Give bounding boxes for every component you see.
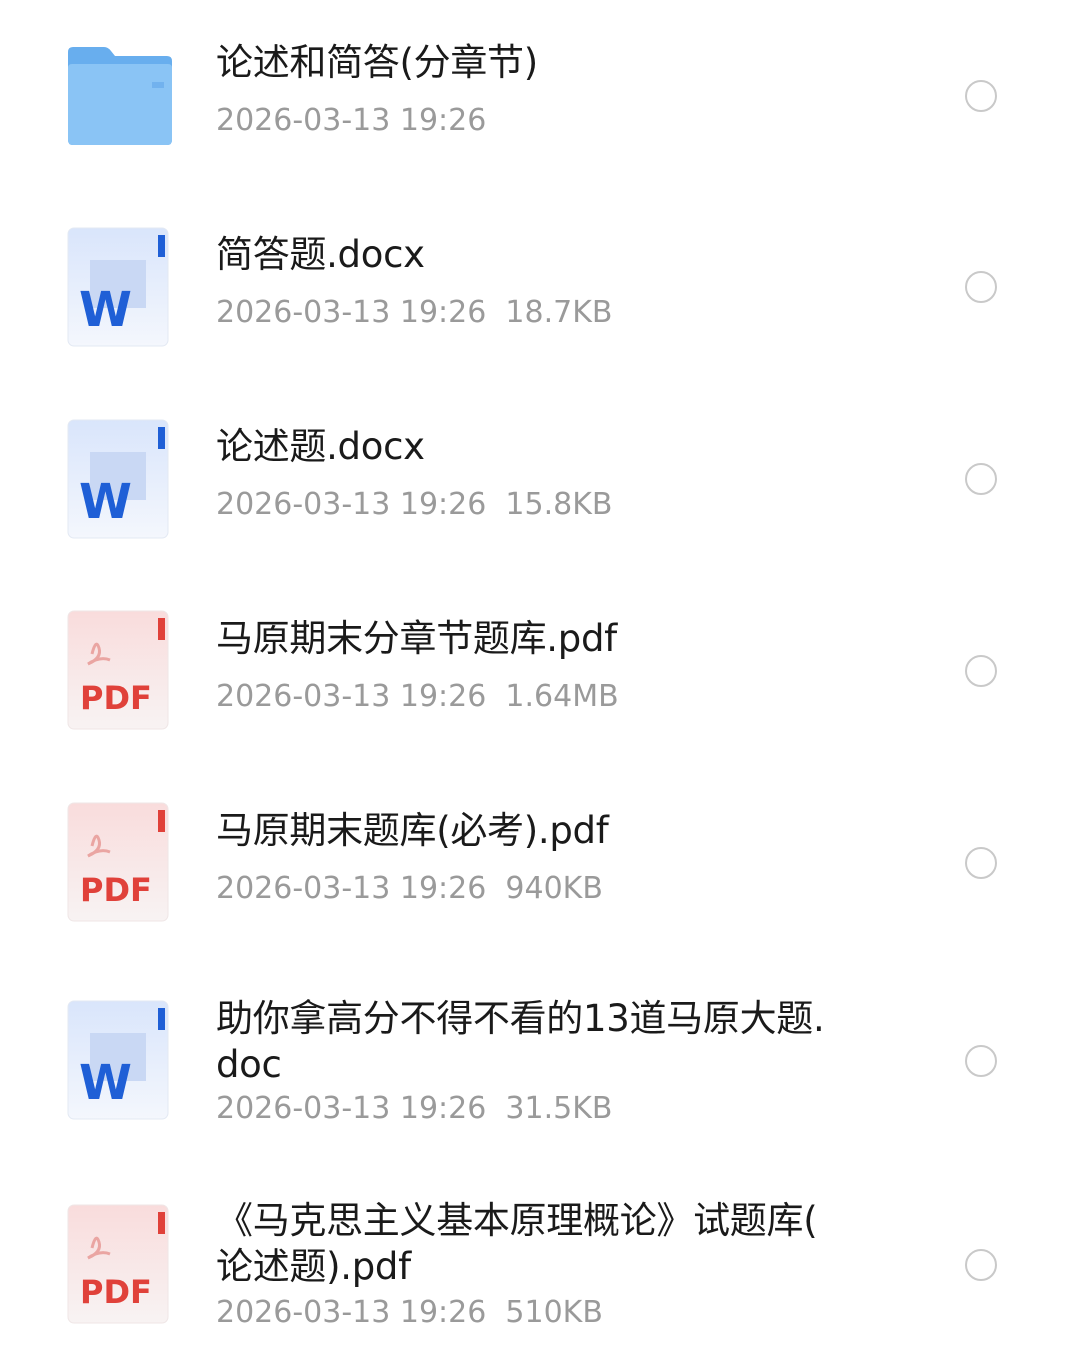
select-radio[interactable] bbox=[965, 80, 997, 112]
select-radio[interactable] bbox=[965, 1045, 997, 1077]
file-size: 18.7KB bbox=[505, 295, 613, 330]
file-meta: 2026-03-13 19:26 18.7KB bbox=[216, 295, 612, 331]
select-radio[interactable] bbox=[965, 1249, 997, 1281]
list-item[interactable]: 论述和简答(分章节) 2026-03-13 19:26 bbox=[0, 0, 1079, 190]
file-name: 论述题.docx bbox=[216, 425, 425, 468]
file-date: 2026-03-13 19:26 bbox=[216, 1091, 487, 1126]
file-name: 马原期末分章节题库.pdf bbox=[216, 617, 617, 660]
file-date: 2026-03-13 19:26 bbox=[216, 295, 487, 330]
list-item[interactable]: W 简答题.docx 2026-03-13 19:26 18.7KB bbox=[0, 190, 1079, 382]
word-file-icon: W bbox=[66, 1000, 172, 1122]
file-date: 2026-03-13 19:26 bbox=[216, 487, 487, 522]
pdf-label: PDF bbox=[80, 871, 152, 909]
pdf-file-icon: PDF bbox=[66, 610, 172, 732]
word-file-icon: W bbox=[66, 419, 172, 541]
file-meta: 2026-03-13 19:26 15.8KB bbox=[216, 487, 612, 523]
list-item[interactable]: PDF 马原期末题库(必考).pdf 2026-03-13 19:26 940K… bbox=[0, 766, 1079, 958]
file-name: 助你拿高分不得不看的13道马原大题. doc bbox=[216, 997, 825, 1086]
pdf-label: PDF bbox=[80, 1273, 152, 1311]
file-name: 简答题.docx bbox=[216, 233, 425, 276]
file-list: 论述和简答(分章节) 2026-03-13 19:26 W 简答题.docx 2… bbox=[0, 0, 1079, 1358]
file-meta: 2026-03-13 19:26 510KB bbox=[216, 1295, 603, 1331]
file-name: 《马克思主义基本原理概论》试题库( 论述题).pdf bbox=[216, 1199, 818, 1288]
word-letter: W bbox=[79, 474, 132, 530]
select-radio[interactable] bbox=[965, 847, 997, 879]
file-name: 论述和简答(分章节) bbox=[216, 41, 538, 84]
list-item[interactable]: W 论述题.docx 2026-03-13 19:26 15.8KB bbox=[0, 382, 1079, 574]
file-meta: 2026-03-13 19:26 1.64MB bbox=[216, 679, 619, 715]
word-letter: W bbox=[79, 282, 132, 338]
file-size: 510KB bbox=[505, 1295, 603, 1330]
file-meta: 2026-03-13 19:26 bbox=[216, 103, 486, 139]
select-radio[interactable] bbox=[965, 655, 997, 687]
select-radio[interactable] bbox=[965, 271, 997, 303]
list-item[interactable]: PDF 马原期末分章节题库.pdf 2026-03-13 19:26 1.64M… bbox=[0, 574, 1079, 766]
file-size: 940KB bbox=[505, 871, 603, 906]
file-date: 2026-03-13 19:26 bbox=[216, 871, 487, 906]
pdf-file-icon: PDF bbox=[66, 1204, 172, 1326]
select-radio[interactable] bbox=[965, 463, 997, 495]
file-size: 1.64MB bbox=[505, 679, 619, 714]
file-date: 2026-03-13 19:26 bbox=[216, 1295, 487, 1330]
file-size: 31.5KB bbox=[505, 1091, 613, 1126]
list-item[interactable]: W 助你拿高分不得不看的13道马原大题. doc 2026-03-13 19:2… bbox=[0, 958, 1079, 1158]
word-letter: W bbox=[79, 1055, 132, 1111]
file-size: 15.8KB bbox=[505, 487, 613, 522]
file-meta: 2026-03-13 19:26 31.5KB bbox=[216, 1091, 612, 1127]
file-date: 2026-03-13 19:26 bbox=[216, 679, 487, 714]
file-date: 2026-03-13 19:26 bbox=[216, 103, 487, 138]
file-name: 马原期末题库(必考).pdf bbox=[216, 809, 609, 852]
folder-icon bbox=[66, 46, 172, 146]
pdf-file-icon: PDF bbox=[66, 802, 172, 924]
list-item[interactable]: PDF 《马克思主义基本原理概论》试题库( 论述题).pdf 2026-03-1… bbox=[0, 1158, 1079, 1358]
file-meta: 2026-03-13 19:26 940KB bbox=[216, 871, 603, 907]
pdf-label: PDF bbox=[80, 679, 152, 717]
word-file-icon: W bbox=[66, 227, 172, 349]
